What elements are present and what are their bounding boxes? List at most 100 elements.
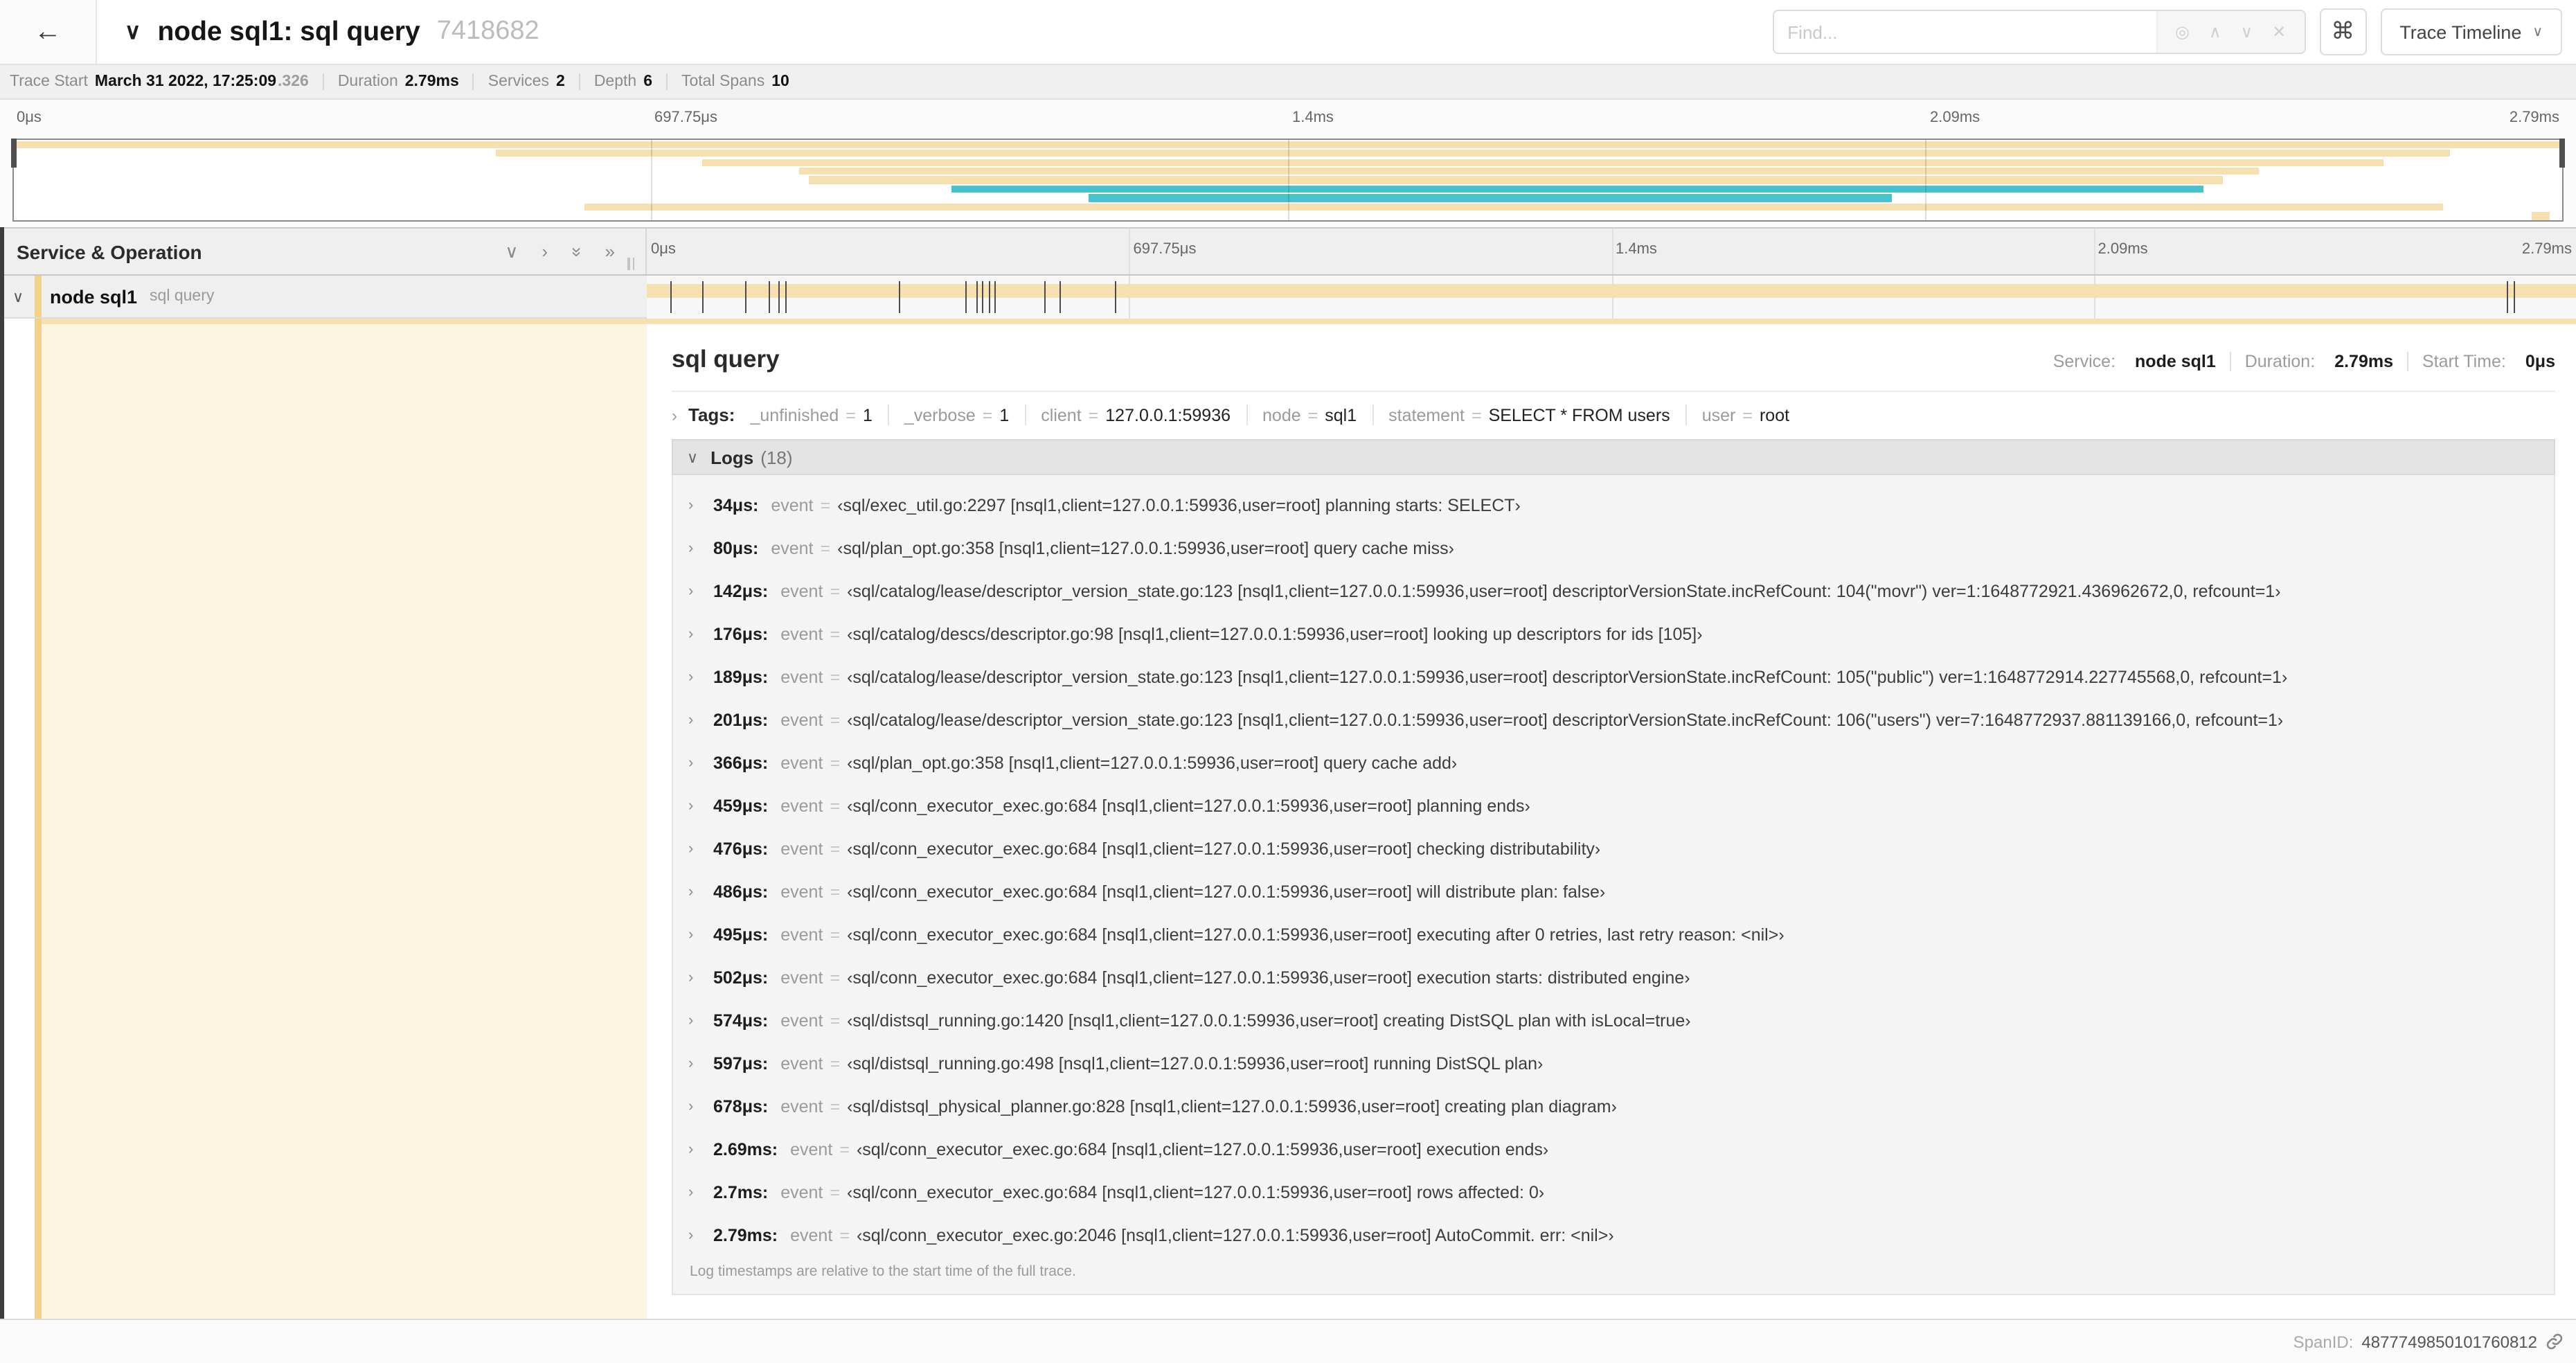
keyboard-shortcuts-button[interactable]: ⌘: [2319, 8, 2367, 55]
timeline-tick-label: 1.4ms: [1292, 109, 1334, 126]
tag-item: client = 127.0.0.1:59936: [1041, 405, 1231, 425]
log-message: ‹sql/catalog/descs/descriptor.go:98 [nsq…: [847, 624, 1703, 643]
minimap-canvas[interactable]: [11, 139, 2565, 222]
kv-val: root: [1759, 405, 1790, 425]
log-entry-row[interactable]: › 201μs: event = ‹sql/catalog/lease/descript…: [686, 698, 2546, 741]
total-spans-value: 10: [771, 73, 789, 90]
log-equals-sign: =: [830, 968, 841, 987]
log-equals-sign: =: [830, 1053, 841, 1073]
top-bar: ← ∨ node sql1: sql query 7418682 ◎ ∧ ∨ ✕…: [0, 0, 2576, 64]
log-equals-sign: =: [830, 710, 841, 729]
logs-count: (18): [760, 447, 793, 467]
top-controls: ◎ ∧ ∨ ✕ ⌘ Trace Timeline ∨: [1772, 8, 2576, 55]
log-timestamp: 80μs:: [713, 538, 759, 558]
log-equals-sign: =: [830, 1096, 841, 1116]
log-entry-row[interactable]: › 366μs: event = ‹sql/plan_opt.go:358 [nsql1…: [686, 741, 2546, 784]
log-timestamp: 502μs:: [713, 968, 769, 987]
chevron-right-icon: ›: [688, 1184, 694, 1200]
total-spans-item: Total Spans 10: [681, 73, 789, 90]
view-selector-button[interactable]: Trace Timeline ∨: [2380, 8, 2562, 55]
span-row-name-cell[interactable]: ∨ node sql1 sql query: [0, 276, 647, 319]
duration-value: 2.79ms: [404, 73, 459, 90]
collapse-one-icon[interactable]: ∨: [505, 240, 518, 262]
detail-header: sql query Service: node sql1 Duration: 2.7…: [672, 324, 2555, 374]
expand-one-icon[interactable]: ›: [542, 240, 548, 262]
timeline-column-headers: Service & Operation ∨ › » » 0μs 697.75μs 1…: [0, 227, 2576, 276]
column-resize-grip[interactable]: [627, 258, 634, 270]
kv-key: _unfinished: [750, 405, 839, 425]
viewport-scrubber-left[interactable]: [11, 139, 17, 168]
chevron-down-icon[interactable]: ∨: [125, 18, 141, 46]
span-operation-name: sql query: [150, 288, 215, 305]
log-equals-sign: =: [820, 495, 831, 515]
left-scrollbar[interactable]: [0, 227, 3, 1319]
log-event-tick: [785, 281, 787, 313]
log-message: ‹sql/conn_executor_exec.go:684 [nsql1,cl…: [856, 1139, 1549, 1159]
log-entry-row[interactable]: › 459μs: event = ‹sql/conn_executor_exec.go:…: [686, 784, 2546, 827]
span-duration-bar[interactable]: [647, 284, 2576, 298]
log-event-tick: [1115, 281, 1117, 313]
log-message: ‹sql/conn_executor_exec.go:684 [nsql1,cl…: [847, 968, 1690, 987]
log-entry-row[interactable]: › 574μs: event = ‹sql/distsql_running.go:142…: [686, 999, 2546, 1042]
log-message: ‹sql/plan_opt.go:358 [nsql1,client=127.0…: [837, 538, 1455, 558]
log-message: ‹sql/conn_executor_exec.go:684 [nsql1,cl…: [847, 925, 1785, 944]
divider: [1024, 404, 1026, 425]
trace-title-group[interactable]: ∨ node sql1: sql query 7418682: [125, 16, 539, 48]
log-entry-row[interactable]: › 34μs: event = ‹sql/exec_util.go:2297 [nsql…: [686, 483, 2546, 526]
back-button[interactable]: ←: [0, 0, 97, 64]
kv-eq: =: [846, 405, 856, 425]
logs-accordion-header[interactable]: ∨ Logs (18): [672, 439, 2555, 475]
find-input[interactable]: [1773, 11, 2156, 53]
span-id-label: SpanID:: [2293, 1332, 2354, 1351]
log-event-tick: [2514, 281, 2516, 313]
log-entry-row[interactable]: › 2.79ms: event = ‹sql/conn_executor_exec.go…: [686, 1213, 2546, 1256]
detail-row-background: [41, 324, 647, 1319]
log-entry-row[interactable]: › 495μs: event = ‹sql/conn_executor_exec.go:…: [686, 913, 2546, 956]
log-field-name: event: [780, 796, 823, 815]
divider: [1246, 404, 1248, 425]
expand-collapse-controls: ∨ › » »: [505, 240, 645, 262]
divider: [578, 73, 580, 90]
log-entry-row[interactable]: › 189μs: event = ‹sql/catalog/lease/descript…: [686, 655, 2546, 698]
log-timestamp: 678μs:: [713, 1096, 769, 1116]
kv-eq: =: [982, 405, 993, 425]
clear-search-icon[interactable]: ✕: [2272, 22, 2286, 42]
log-entry-row[interactable]: › 142μs: event = ‹sql/catalog/lease/descript…: [686, 569, 2546, 612]
collapse-all-icon[interactable]: »: [565, 247, 587, 256]
prev-match-icon[interactable]: ∧: [2209, 22, 2221, 42]
log-event-tick: [976, 281, 978, 313]
log-entry-row[interactable]: › 80μs: event = ‹sql/plan_opt.go:358 [nsql1,…: [686, 526, 2546, 569]
logs-label: Logs: [710, 447, 754, 467]
trace-start-ms-suffix: .326: [278, 73, 309, 90]
kv-eq: =: [1088, 405, 1099, 425]
log-message: ‹sql/distsql_running.go:1420 [nsql1,clie…: [847, 1010, 1691, 1030]
expand-all-icon[interactable]: »: [605, 240, 615, 262]
span-row-bar-cell[interactable]: [647, 276, 2576, 319]
log-entry-row[interactable]: › 678μs: event = ‹sql/distsql_physical_plann…: [686, 1085, 2546, 1128]
chevron-right-icon: ›: [688, 969, 694, 986]
viewport-scrubber-right[interactable]: [2559, 139, 2565, 168]
log-timestamp: 142μs:: [713, 581, 769, 600]
log-timestamp: 366μs:: [713, 753, 769, 772]
log-entry-row[interactable]: › 476μs: event = ‹sql/conn_executor_exec.go:…: [686, 827, 2546, 870]
log-entry-row[interactable]: › 176μs: event = ‹sql/catalog/descs/descript…: [686, 612, 2546, 655]
log-entry-row[interactable]: › 597μs: event = ‹sql/distsql_running.go:498…: [686, 1042, 2546, 1085]
link-icon[interactable]: [2546, 1333, 2564, 1351]
start-time-value: 0μs: [2525, 352, 2555, 371]
log-entry-row[interactable]: › 502μs: event = ‹sql/conn_executor_exec.go:…: [686, 956, 2546, 999]
log-equals-sign: =: [830, 753, 841, 772]
chevron-right-icon: ›: [688, 883, 694, 900]
log-timestamp: 495μs:: [713, 925, 769, 944]
locate-icon[interactable]: ◎: [2175, 22, 2190, 42]
gridline: [651, 140, 652, 220]
log-entry-row[interactable]: › 2.7ms: event = ‹sql/conn_executor_exec.go:…: [686, 1170, 2546, 1213]
detail-operation-title: sql query: [672, 345, 780, 373]
chevron-right-icon: ›: [688, 1012, 694, 1028]
log-entry-row[interactable]: › 486μs: event = ‹sql/conn_executor_exec.go:…: [686, 870, 2546, 913]
kv-val: 1: [862, 405, 873, 425]
log-entry-row[interactable]: › 2.69ms: event = ‹sql/conn_executor_exec.go…: [686, 1128, 2546, 1170]
next-match-icon[interactable]: ∨: [2241, 22, 2253, 42]
tags-accordion[interactable]: › Tags: _unfinished = 1 _verbose = 1 client = 12…: [672, 404, 2555, 425]
chevron-down-icon[interactable]: ∨: [12, 287, 30, 305]
log-field-name: event: [780, 710, 823, 729]
